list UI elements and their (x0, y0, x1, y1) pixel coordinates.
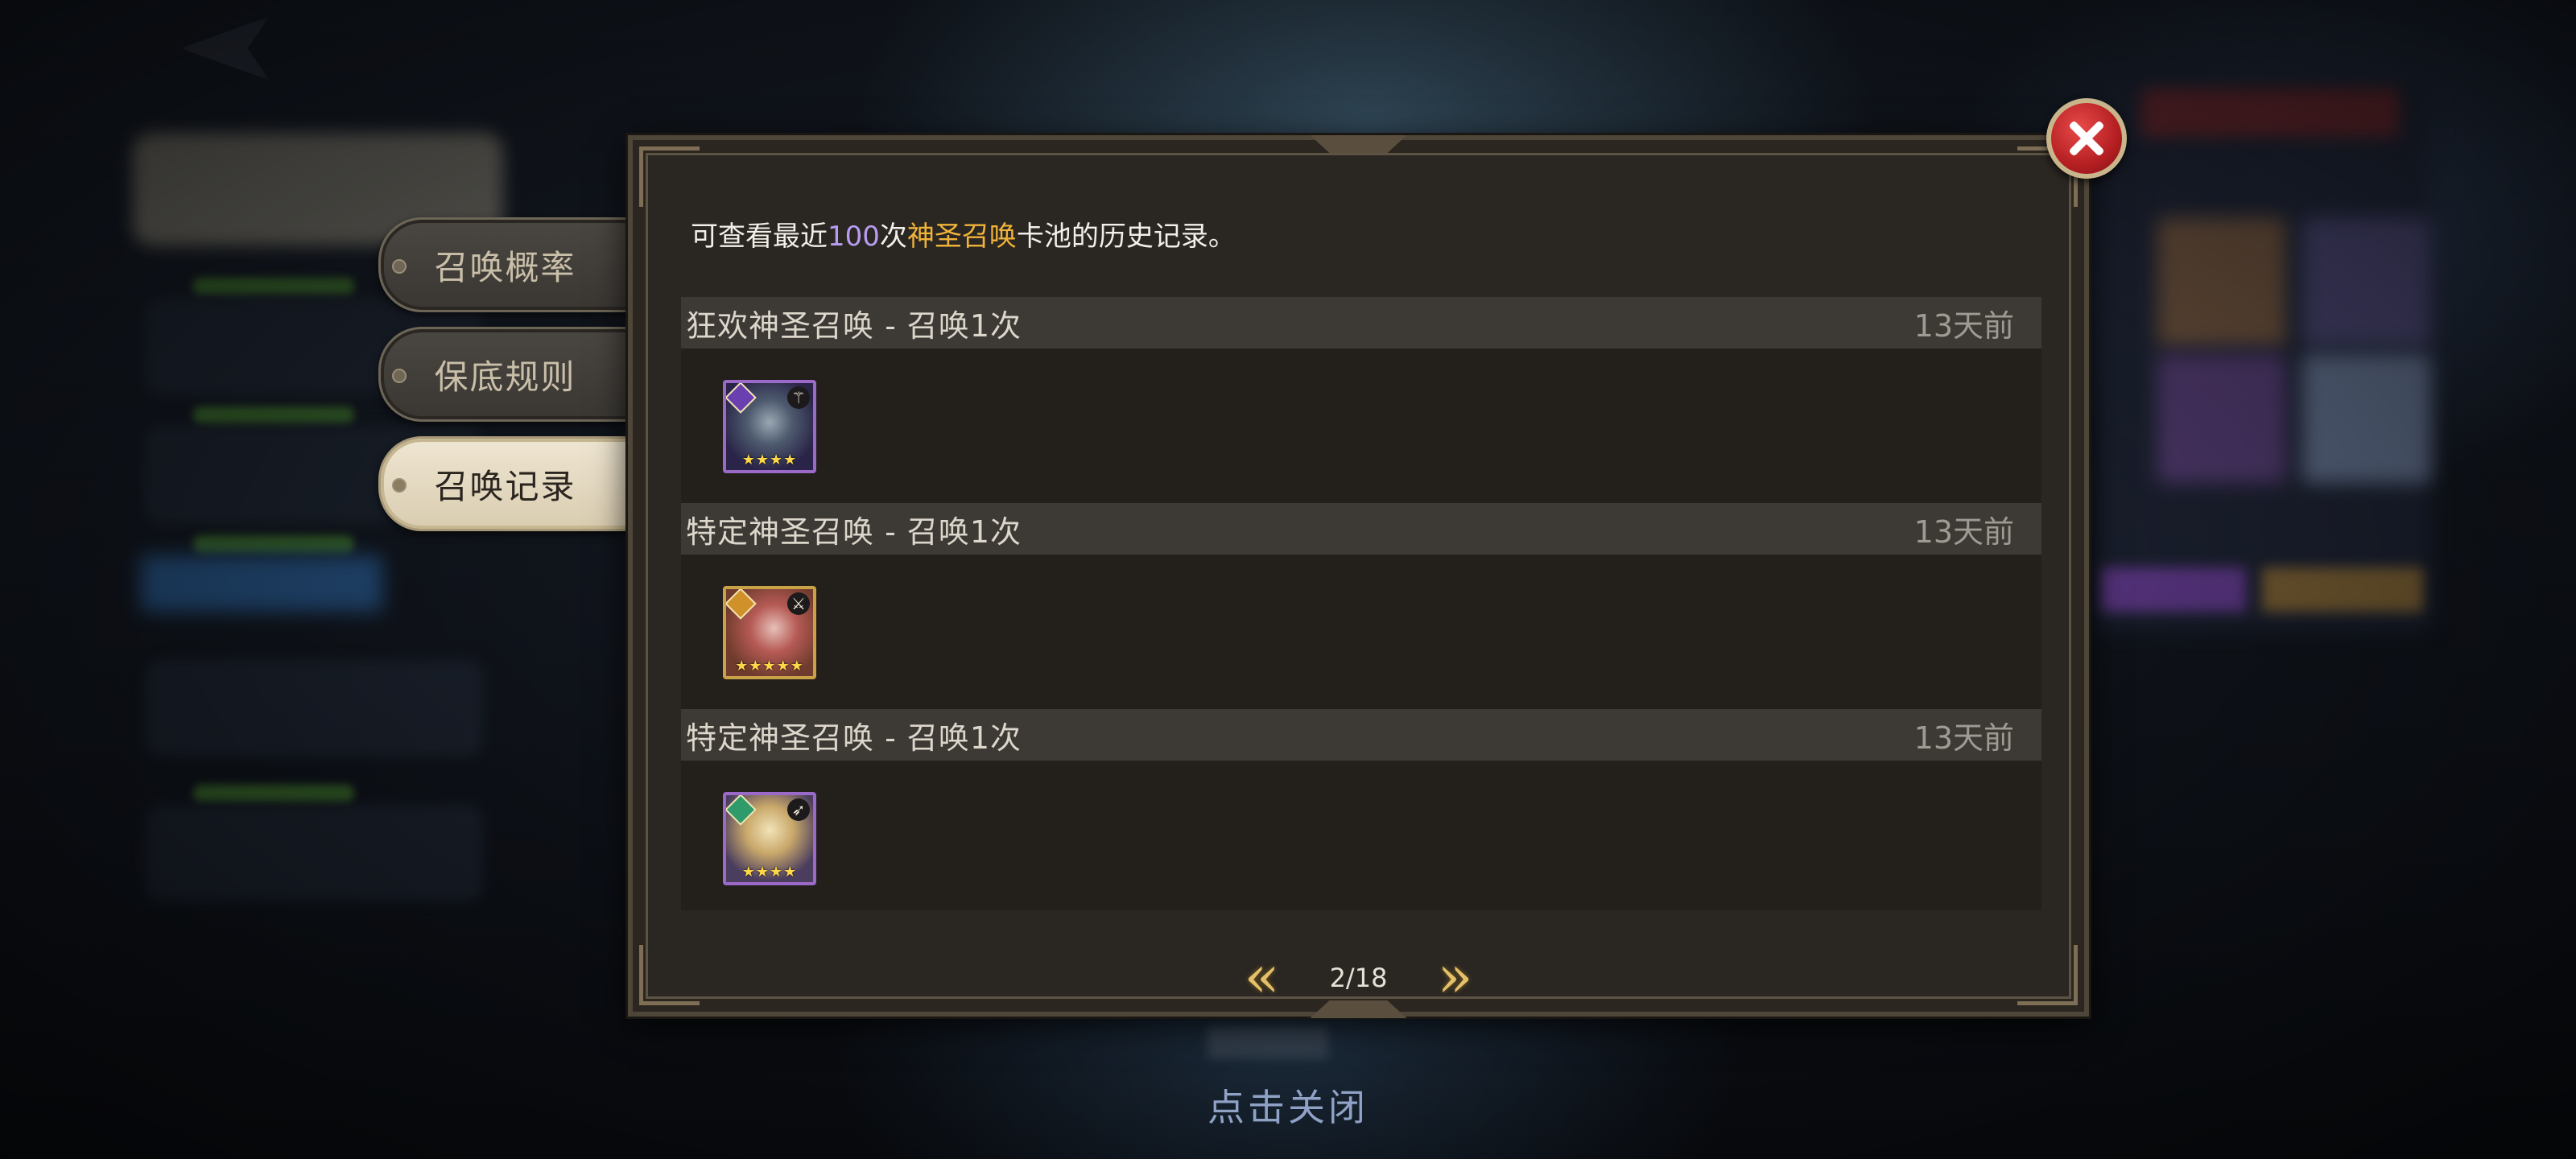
tab-dot (392, 369, 407, 383)
info-pool-name: 神圣召唤 (906, 221, 1017, 253)
summon-history-dialog: 可查看最近100次神圣召唤卡池的历史记录。 狂欢神圣召唤 - 召唤1次 13天前… (628, 135, 2089, 1018)
summon-record-list[interactable]: 狂欢神圣召唤 - 召唤1次 13天前 ⚚ ★★★★ 特定神圣召唤 - 召唤1次 … (681, 297, 2041, 910)
tab-label: 召唤记录 (434, 466, 576, 506)
sword-icon: ⚔ (787, 592, 810, 615)
hero-card[interactable]: ➶ ★★★★ (723, 792, 816, 885)
tab-summon-history[interactable]: 召唤记录 (378, 436, 632, 531)
history-info-text: 可查看最近100次神圣召唤卡池的历史记录。 (691, 214, 1236, 254)
info-count: 100 (828, 221, 880, 253)
star-rating: ★★★★ (741, 864, 798, 881)
star-rating: ★★★★ (741, 452, 798, 468)
record-title: 狂欢神圣召唤 - 召唤1次 (686, 307, 1022, 344)
frame-ornament (1310, 135, 1407, 153)
star-rating: ★★★★★ (735, 658, 804, 674)
record-time: 13天前 (1913, 307, 2014, 344)
close-button[interactable] (2046, 98, 2127, 179)
page-indicator: 2/18 (1329, 963, 1388, 993)
record-title: 特定神圣召唤 - 召唤1次 (686, 514, 1022, 550)
hero-card[interactable]: ⚚ ★★★★ (723, 380, 816, 473)
info-suffix: 卡池的历史记录。 (1016, 221, 1236, 253)
tab-dot (392, 259, 407, 274)
tab-label: 保底规则 (434, 357, 576, 397)
tab-label: 召唤概率 (434, 247, 576, 287)
record-header: 特定神圣召唤 - 召唤1次 13天前 (681, 709, 2041, 761)
pagination: « 2/18 » (633, 946, 2084, 1010)
tab-summon-probability[interactable]: 召唤概率 (378, 217, 632, 312)
record-header: 特定神圣召唤 - 召唤1次 13天前 (681, 503, 2041, 555)
bow-icon: ➶ (787, 798, 810, 821)
tap-to-close-text[interactable]: 点击关闭 (0, 1079, 2576, 1132)
record-title: 特定神圣召唤 - 召唤1次 (686, 720, 1022, 756)
prev-page-button[interactable]: « (1230, 946, 1294, 1010)
tab-pity-rules[interactable]: 保底规则 (378, 327, 632, 422)
info-prefix: 可查看最近 (691, 221, 828, 253)
next-page-button[interactable]: » (1423, 946, 1488, 1010)
record-time: 13天前 (1913, 514, 2014, 550)
info-mid: 次 (879, 221, 907, 253)
record-time: 13天前 (1913, 720, 2014, 756)
hero-card[interactable]: ⚔ ★★★★★ (723, 586, 816, 679)
record-header: 狂欢神圣召唤 - 召唤1次 13天前 (681, 297, 2041, 349)
tab-dot (392, 478, 407, 493)
frame-corner (639, 146, 700, 207)
staff-icon: ⚚ (787, 386, 810, 409)
